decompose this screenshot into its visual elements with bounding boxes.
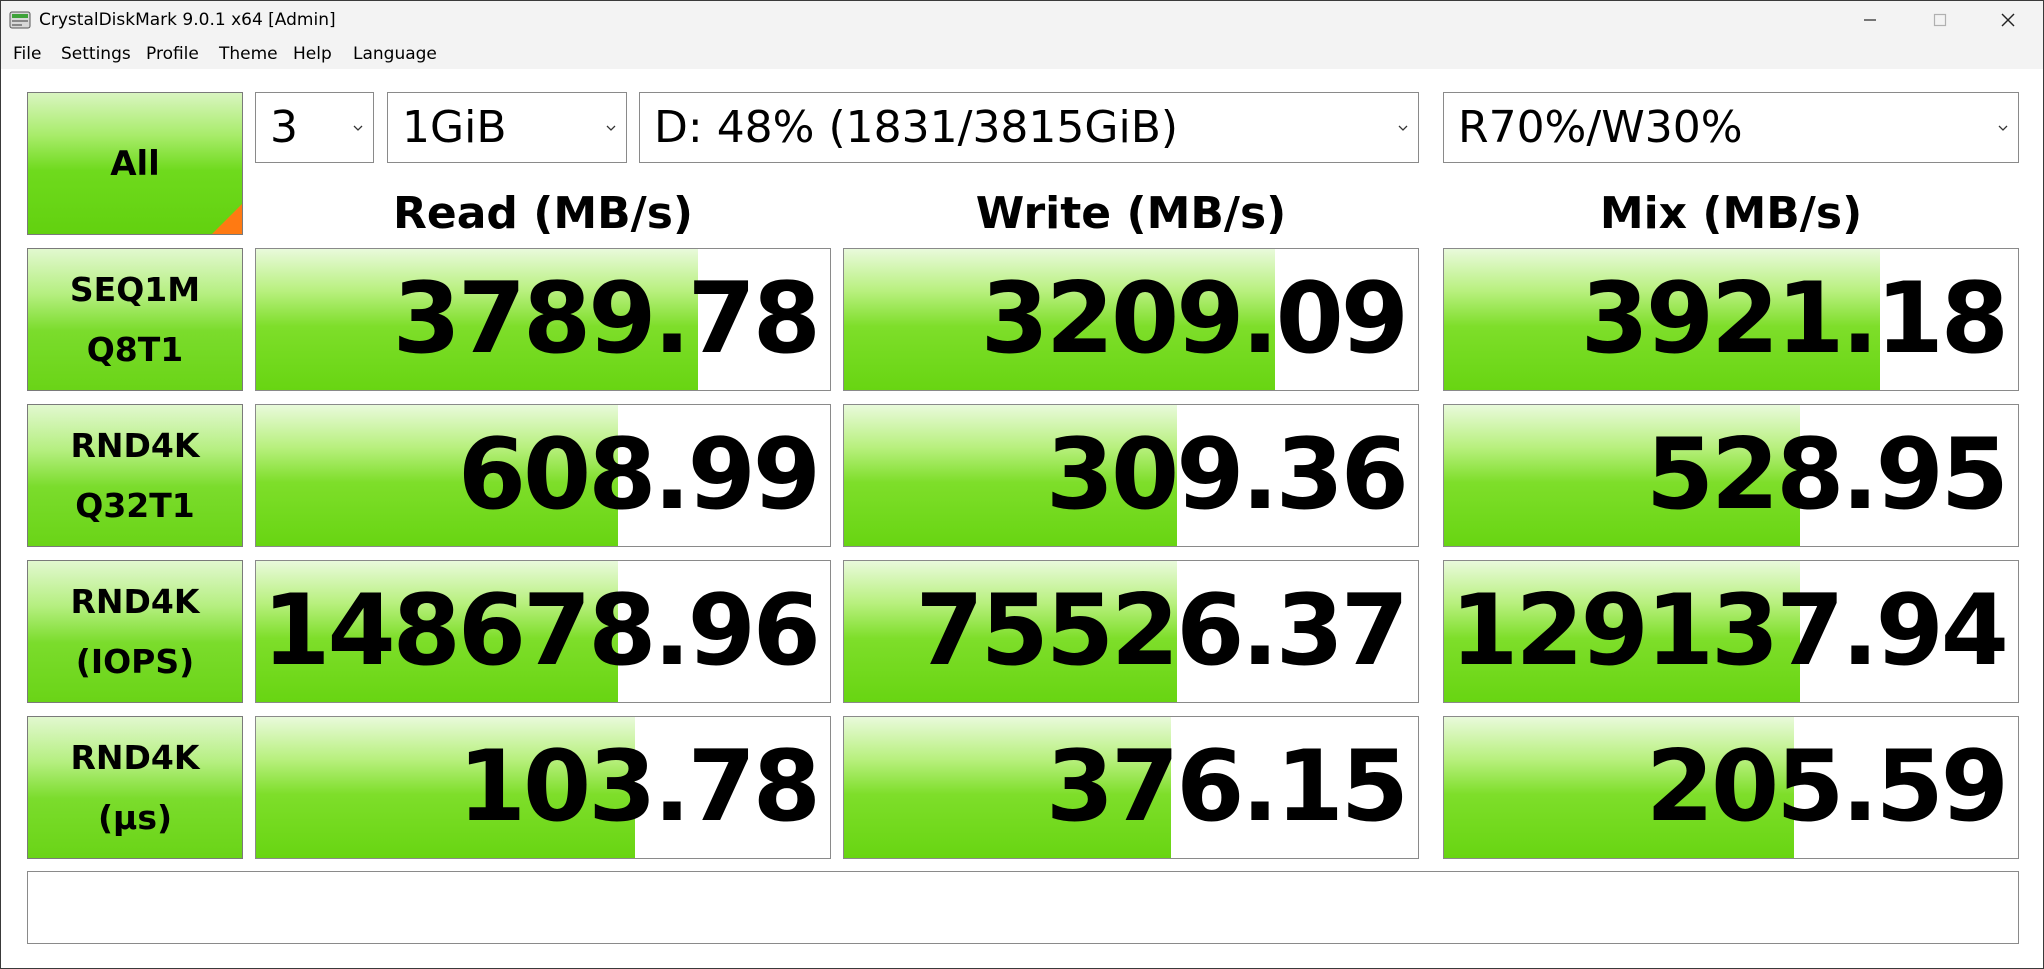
drive-value: D: 48% (1831/3815GiB) [654,102,1179,153]
close-icon [2001,13,2015,27]
menu-bar: File Settings Profile Theme Help Languag… [1,39,2043,69]
result-value: 376.15 [1045,730,1409,844]
result-cell-mix: 205.59 [1443,716,2019,859]
app-icon [9,11,31,29]
chevron-down-icon [1998,125,2008,131]
result-cell-write: 3209.09 [843,248,1419,391]
menu-language[interactable]: Language [347,39,443,69]
corner-marker [212,204,242,234]
title-bar[interactable]: CrystalDiskMark 9.0.1 x64 [Admin] [1,1,2043,39]
mix-select[interactable]: R70%/W30% [1443,92,2019,163]
result-cell-mix: 3921.18 [1443,248,2019,391]
mix-header: Mix (MB/s) [1599,188,1863,239]
result-cell-write: 376.15 [843,716,1419,859]
row-label-line2: (µs) [97,797,173,837]
chevron-down-icon [1398,125,1408,131]
result-value: 75526.37 [915,574,1409,688]
comment-input[interactable] [27,871,2019,944]
result-cell-read: 3789.78 [255,248,831,391]
close-button[interactable] [1973,1,2043,39]
window-title: CrystalDiskMark 9.0.1 x64 [Admin] [39,10,336,30]
chevron-down-icon [606,125,616,131]
result-value: 3921.18 [1580,262,2009,376]
row-label-line1: RND4K [70,581,200,621]
result-value: 608.99 [457,418,821,532]
minimize-icon [1864,19,1876,21]
size-select[interactable]: 1GiB [387,92,627,163]
chevron-down-icon [353,125,363,131]
row-label-line2: Q8T1 [86,329,184,369]
rnd4k-iops-button[interactable]: RND4K (IOPS) [27,560,243,703]
result-value: 148678.96 [262,574,821,688]
count-select[interactable]: 3 [255,92,374,163]
menu-theme[interactable]: Theme [213,39,284,69]
drive-select[interactable]: D: 48% (1831/3815GiB) [639,92,1419,163]
maximize-icon [1933,13,1947,27]
row-label-line2: (IOPS) [75,641,195,681]
app-window: CrystalDiskMark 9.0.1 x64 [Admin] File S… [0,0,2044,969]
menu-profile[interactable]: Profile [140,39,205,69]
rnd4k-latency-button[interactable]: RND4K (µs) [27,716,243,859]
row-label-line1: RND4K [70,737,200,777]
row-label-line2: Q32T1 [75,485,195,525]
row-label-line1: SEQ1M [69,269,201,309]
count-value: 3 [270,102,298,153]
all-button[interactable]: All [27,92,243,235]
seq1m-q8t1-button[interactable]: SEQ1M Q8T1 [27,248,243,391]
mix-value: R70%/W30% [1458,102,1743,153]
maximize-button[interactable] [1905,1,1975,39]
result-cell-mix: 528.95 [1443,404,2019,547]
result-cell-read: 608.99 [255,404,831,547]
minimize-button[interactable] [1835,1,1905,39]
read-header: Read (MB/s) [392,188,694,239]
result-value: 3209.09 [980,262,1409,376]
menu-help[interactable]: Help [287,39,338,69]
write-header: Write (MB/s) [975,188,1287,239]
result-cell-write: 309.36 [843,404,1419,547]
result-cell-write: 75526.37 [843,560,1419,703]
result-cell-read: 148678.96 [255,560,831,703]
result-value: 129137.94 [1450,574,2009,688]
menu-file[interactable]: File [7,39,47,69]
result-value: 205.59 [1645,730,2009,844]
result-value: 528.95 [1645,418,2009,532]
all-button-label: All [110,143,160,184]
result-cell-read: 103.78 [255,716,831,859]
row-label-line1: RND4K [70,425,200,465]
result-value: 3789.78 [392,262,821,376]
menu-settings[interactable]: Settings [55,39,137,69]
result-value: 309.36 [1045,418,1409,532]
size-value: 1GiB [402,102,507,153]
rnd4k-q32t1-button[interactable]: RND4K Q32T1 [27,404,243,547]
result-value: 103.78 [457,730,821,844]
result-cell-mix: 129137.94 [1443,560,2019,703]
